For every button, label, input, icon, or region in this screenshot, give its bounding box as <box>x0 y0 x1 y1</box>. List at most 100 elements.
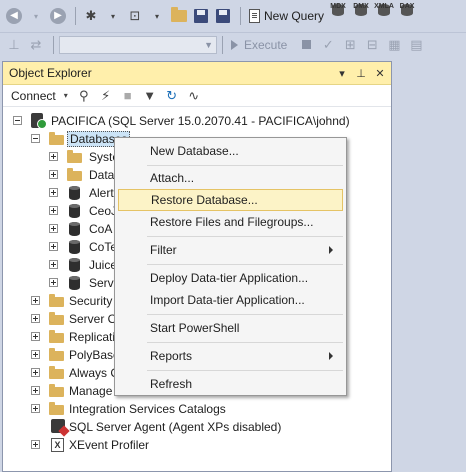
database-icon <box>69 258 80 272</box>
connect-plug-icon[interactable]: ⚲ <box>76 88 92 104</box>
collapse-icon[interactable] <box>31 134 40 143</box>
tree-node-label: PolyBase <box>69 348 120 362</box>
menu-item-filter[interactable]: Filter <box>118 239 343 261</box>
forward-icon[interactable]: ▶ <box>48 5 68 27</box>
menu-separator <box>147 236 343 237</box>
results-icon[interactable]: ▤ <box>406 34 426 56</box>
toolbar-separator <box>222 35 223 54</box>
new-project-icon[interactable]: ✱ <box>81 5 101 27</box>
tree-node-label: Juice <box>89 258 118 272</box>
execute-label: Execute <box>244 37 288 52</box>
filter-icon[interactable]: ▼ <box>142 88 158 104</box>
expand-icon[interactable] <box>31 314 40 323</box>
tree-node-label: Security <box>69 294 113 308</box>
expand-icon[interactable] <box>49 152 58 161</box>
expand-icon[interactable] <box>31 368 40 377</box>
expand-icon[interactable] <box>49 242 58 251</box>
add-item-dropdown-icon[interactable]: ▾ <box>147 5 167 27</box>
tree-node-label: Replicati <box>69 330 116 344</box>
save-icon[interactable] <box>191 5 211 27</box>
open-file-icon[interactable] <box>169 5 189 27</box>
expand-icon[interactable] <box>49 224 58 233</box>
refresh-icon[interactable]: ↻ <box>164 88 180 104</box>
connect-button[interactable]: Connect <box>11 89 56 103</box>
stop-icon[interactable] <box>296 34 316 56</box>
folder-icon <box>49 294 64 307</box>
menu-item-restore-files-filegroups[interactable]: Restore Files and Filegroups... <box>118 211 343 233</box>
expand-icon[interactable] <box>49 260 58 269</box>
mdx-query-button[interactable]: MDX <box>327 3 349 28</box>
collapse-icon[interactable] <box>13 116 22 125</box>
tree-node-label: CoA <box>89 222 113 236</box>
tree-node-label: Data <box>89 168 115 182</box>
dmx-query-button[interactable]: DMX <box>350 3 372 28</box>
menu-item-start-powershell[interactable]: Start PowerShell <box>118 317 343 339</box>
menu-item-import-data-tier[interactable]: Import Data-tier Application... <box>118 289 343 311</box>
expand-icon[interactable] <box>31 350 40 359</box>
menu-separator <box>147 370 343 371</box>
toolbar-separator <box>240 7 241 25</box>
menu-item-new-database[interactable]: New Database... <box>118 140 343 162</box>
expand-icon[interactable] <box>49 278 58 287</box>
stop-icon[interactable]: ■ <box>120 88 136 104</box>
expand-icon[interactable] <box>49 206 58 215</box>
change-connection-icon[interactable]: ⇄ <box>26 34 46 56</box>
database-icon <box>69 276 80 290</box>
tree-node-label: Alert <box>89 186 114 200</box>
expand-icon[interactable] <box>31 440 40 449</box>
back-dropdown-icon[interactable]: ▾ <box>26 5 46 27</box>
expand-icon[interactable] <box>31 296 40 305</box>
tree-node-label: Servi <box>89 276 117 290</box>
expand-icon[interactable] <box>49 170 58 179</box>
expand-icon[interactable] <box>49 188 58 197</box>
expand-icon[interactable] <box>31 332 40 341</box>
new-query-button[interactable]: New Query <box>246 9 327 23</box>
table-icon[interactable]: ▦ <box>384 34 404 56</box>
submenu-arrow-icon <box>329 352 333 360</box>
agent-icon <box>51 419 65 433</box>
menu-item-restore-database[interactable]: Restore Database... <box>118 189 343 211</box>
dax-query-button[interactable]: DAX <box>396 3 418 28</box>
object-explorer-toolbar: Connect ▾ ⚲ ⚡ ■ ▼ ↻ ∿ <box>3 85 391 107</box>
disconnect-icon[interactable]: ⚡ <box>98 88 114 104</box>
sql-editor-toolbar: ⊥ ⇄ ▼ Execute ✓ ⊞ ⊟ ▦ ▤ <box>0 32 466 56</box>
new-project-dropdown-icon[interactable]: ▾ <box>103 5 123 27</box>
menu-item-deploy-data-tier[interactable]: Deploy Data-tier Application... <box>118 267 343 289</box>
window-position-icon[interactable]: ▾ <box>334 67 350 80</box>
connect-plug-icon[interactable]: ⊥ <box>4 34 24 56</box>
close-icon[interactable]: ✕ <box>372 67 388 80</box>
check-icon[interactable]: ✓ <box>318 34 338 56</box>
folder-icon <box>67 168 82 181</box>
add-item-icon[interactable]: ⊡ <box>125 5 145 27</box>
plan-icon[interactable]: ⊟ <box>362 34 382 56</box>
menu-item-attach[interactable]: Attach... <box>118 167 343 189</box>
folder-icon <box>49 330 64 343</box>
menu-separator <box>147 342 343 343</box>
save-all-icon[interactable] <box>213 5 233 27</box>
back-icon[interactable]: ◀ <box>4 5 24 27</box>
server-icon <box>31 113 47 129</box>
database-selector[interactable]: ▼ <box>59 35 217 54</box>
database-icon <box>69 222 80 236</box>
grid-icon[interactable]: ⊞ <box>340 34 360 56</box>
tree-node-label: SQL Server Agent (Agent XPs disabled) <box>69 420 282 434</box>
database-icon <box>69 186 80 200</box>
menu-separator <box>147 264 343 265</box>
activity-monitor-icon[interactable]: ∿ <box>186 88 202 104</box>
execute-button[interactable]: Execute <box>228 38 290 52</box>
connect-dropdown-icon[interactable]: ▾ <box>62 88 70 104</box>
xmla-query-button[interactable]: XMLA <box>373 3 395 28</box>
tree-node-label: Integration Services Catalogs <box>69 402 226 416</box>
menu-item-reports[interactable]: Reports <box>118 345 343 367</box>
pin-icon[interactable]: ⊥ <box>353 67 369 80</box>
menu-item-refresh[interactable]: Refresh <box>118 373 343 395</box>
tree-node-label: Always C <box>69 366 120 380</box>
play-icon <box>231 39 238 50</box>
tree-node-label: Server O <box>69 312 118 326</box>
tree-node-label: XEvent Profiler <box>69 438 150 452</box>
expand-icon[interactable] <box>31 386 40 395</box>
new-query-icon <box>249 9 260 23</box>
object-explorer-title-bar: Object Explorer ▾ ⊥ ✕ <box>3 62 391 85</box>
folder-icon <box>49 348 64 361</box>
expand-icon[interactable] <box>31 404 40 413</box>
